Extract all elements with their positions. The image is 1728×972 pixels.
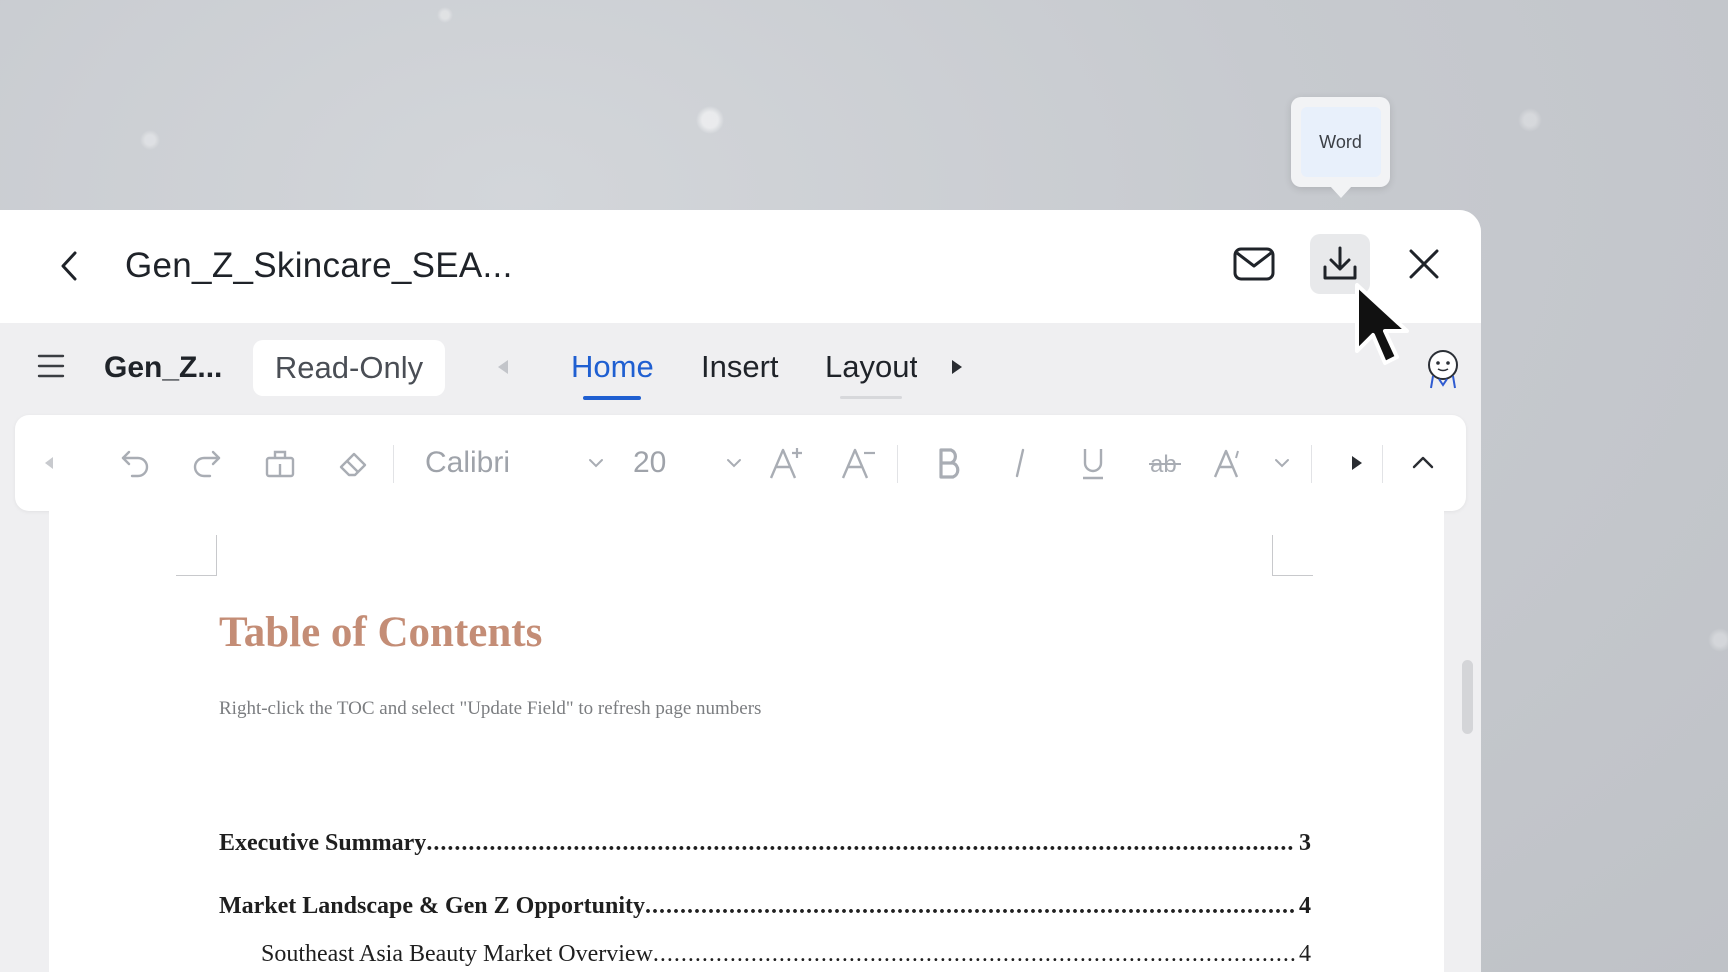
back-button[interactable] (52, 248, 88, 284)
download-tooltip: Word (1291, 97, 1390, 198)
toolbar-scroll-left-button[interactable] (35, 439, 63, 487)
eraser-icon (339, 452, 367, 477)
font-size-value: 20 (633, 446, 667, 479)
format-painter-button[interactable] (258, 439, 302, 487)
underline-button[interactable] (1071, 439, 1115, 487)
toc-entry[interactable]: Southeast Asia Beauty Market Overview 4 (261, 941, 1311, 968)
text-effects-select[interactable] (1211, 439, 1291, 487)
toc-leader (653, 941, 1295, 968)
font-family-select[interactable]: Calibri (425, 439, 605, 487)
email-button[interactable] (1224, 234, 1284, 294)
toc-leader (645, 893, 1295, 920)
menu-button[interactable] (36, 351, 66, 381)
caret-right-icon (1352, 456, 1362, 470)
formatting-toolbar: Calibri 20 ab (15, 415, 1466, 511)
caret-left-icon (498, 360, 508, 374)
underline-icon (1083, 449, 1103, 480)
decrease-font-size-button[interactable] (837, 439, 881, 487)
italic-icon (1015, 448, 1025, 478)
toc-entry[interactable]: Executive Summary 3 (219, 830, 1311, 857)
bold-button[interactable] (927, 439, 971, 487)
toc-leader (426, 830, 1295, 857)
document-page[interactable]: Table of Contents Right-click the TOC an… (49, 511, 1444, 972)
italic-button[interactable] (998, 439, 1042, 487)
toc-entry-page: 4 (1299, 893, 1311, 919)
mascot-icon (1428, 350, 1458, 389)
active-tab-indicator (583, 396, 641, 400)
toc-entry-text: Market Landscape & Gen Z Opportunity (219, 893, 646, 919)
caret-left-icon (45, 457, 53, 469)
tooltip-option-word[interactable]: Word (1300, 107, 1381, 177)
toolbar-divider (897, 445, 898, 483)
tab-insert[interactable]: Insert (701, 349, 779, 385)
font-size-increase-icon (769, 448, 802, 479)
page-corner-mark (1272, 535, 1313, 576)
tabs-scroll-left-button[interactable] (494, 356, 512, 378)
toc-entry-text: Southeast Asia Beauty Market Overview (261, 941, 653, 967)
toc-entry-page: 4 (1299, 941, 1311, 967)
format-painter-icon (265, 450, 295, 478)
vertical-scrollbar[interactable] (1462, 660, 1473, 734)
mail-icon (1233, 247, 1275, 281)
toc-entry-text: Executive Summary (219, 830, 427, 856)
strikethrough-button[interactable]: ab (1143, 439, 1187, 487)
chevron-left-icon (61, 251, 77, 281)
hamburger-menu-icon (37, 354, 65, 378)
document-viewer-window: Gen_Z_Skincare_SEA... Gen_Z... Read-Only… (0, 210, 1481, 972)
strikethrough-icon: ab (1149, 451, 1181, 478)
increase-font-size-button[interactable] (765, 439, 809, 487)
close-icon (1409, 249, 1439, 279)
chevron-down-icon (589, 459, 603, 468)
redo-icon (193, 450, 221, 478)
font-size-decrease-icon (841, 448, 875, 479)
mouse-pointer-icon (1355, 283, 1409, 365)
toolbar-scroll-right-button[interactable] (1337, 439, 1377, 487)
text-effect-icon (1213, 449, 1239, 478)
tooltip-label: Word (1319, 131, 1362, 152)
toolbar-divider (393, 445, 394, 483)
download-icon (1323, 246, 1357, 280)
collapse-toolbar-button[interactable] (1401, 439, 1445, 487)
page-corner-mark (176, 535, 217, 576)
tab-home[interactable]: Home (571, 349, 654, 385)
bold-icon (939, 448, 960, 479)
redo-button[interactable] (185, 439, 229, 487)
tab-layout[interactable]: Layout (825, 349, 917, 385)
caret-right-icon (952, 360, 962, 374)
titlebar: Gen_Z_Skincare_SEA... (0, 210, 1481, 323)
toc-heading: Table of Contents (219, 609, 543, 656)
tab-scroll-indicator (840, 396, 902, 399)
read-only-badge[interactable]: Read-Only (253, 340, 445, 396)
chevron-down-icon (1275, 459, 1289, 468)
document-short-name[interactable]: Gen_Z... (104, 351, 222, 385)
tabs-scroll-right-button[interactable] (948, 356, 966, 378)
font-family-value: Calibri (425, 446, 511, 479)
document-title: Gen_Z_Skincare_SEA... (125, 246, 513, 285)
undo-button[interactable] (113, 439, 157, 487)
assistant-avatar[interactable] (1423, 348, 1463, 390)
toc-entry-page: 3 (1299, 830, 1311, 856)
font-size-select[interactable]: 20 (633, 439, 743, 487)
toc-instruction: Right-click the TOC and select "Update F… (219, 698, 762, 719)
toolbar-divider (1311, 445, 1312, 483)
undo-icon (121, 450, 149, 478)
chevron-down-icon (727, 459, 741, 468)
toolbar-divider (1382, 445, 1383, 483)
ribbon-tabbar: Gen_Z... Read-Only Home Insert Layout (0, 323, 1481, 415)
chevron-up-icon (1412, 456, 1434, 469)
clear-format-button[interactable] (331, 439, 375, 487)
toc-entry[interactable]: Market Landscape & Gen Z Opportunity 4 (219, 893, 1311, 920)
